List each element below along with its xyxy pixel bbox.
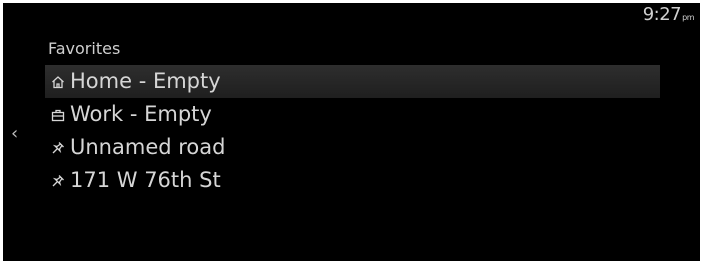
favorite-label: 171 W 76th St bbox=[70, 168, 221, 192]
back-button[interactable]: ‹ bbox=[11, 125, 18, 143]
clock-ampm: pm bbox=[682, 13, 694, 22]
favorite-label: Work - Empty bbox=[70, 102, 212, 126]
home-icon bbox=[50, 74, 66, 90]
infotainment-screen: 9:27pm ‹ Favorites Home - Empty Work - E… bbox=[3, 3, 700, 261]
favorite-label: Home - Empty bbox=[70, 69, 221, 93]
favorite-item-unnamed-road[interactable]: Unnamed road bbox=[45, 131, 660, 164]
briefcase-icon bbox=[50, 107, 66, 123]
favorite-item-work[interactable]: Work - Empty bbox=[45, 98, 660, 131]
clock: 9:27pm bbox=[642, 4, 695, 25]
favorite-label: Unnamed road bbox=[70, 135, 226, 159]
pin-icon bbox=[50, 173, 66, 189]
favorites-list: Home - Empty Work - Empty Unnamed road 1… bbox=[45, 65, 660, 197]
favorite-item-171-w-76th-st[interactable]: 171 W 76th St bbox=[45, 164, 660, 197]
favorite-item-home[interactable]: Home - Empty bbox=[45, 65, 660, 98]
pin-icon bbox=[50, 140, 66, 156]
clock-time: 9:27 bbox=[642, 4, 682, 25]
chevron-left-icon: ‹ bbox=[11, 123, 19, 144]
page-title: Favorites bbox=[48, 39, 121, 58]
